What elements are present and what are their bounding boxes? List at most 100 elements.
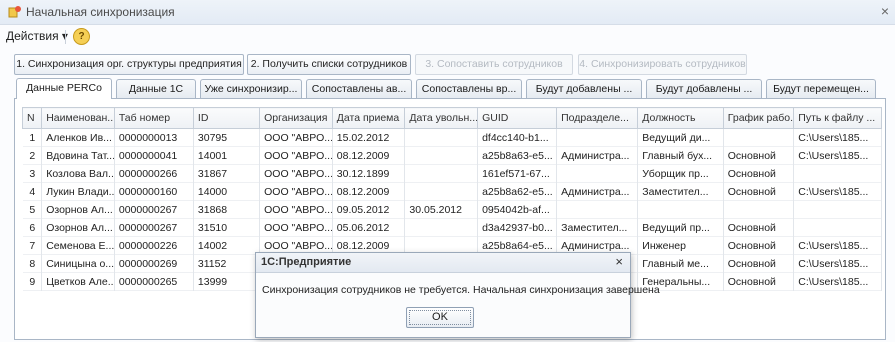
- tab-will-be-added-1[interactable]: Будут добавлены ...: [526, 79, 642, 98]
- table-cell[interactable]: Вдовина Тат...: [41, 146, 115, 165]
- table-cell[interactable]: 30.05.2012: [404, 200, 479, 219]
- actions-menu[interactable]: Действия ▾: [6, 29, 68, 43]
- table-cell[interactable]: 31510: [193, 218, 261, 237]
- table-cell[interactable]: 14000: [193, 182, 261, 201]
- table-row[interactable]: 6 Озорнов Ал... 0000000267 31510 ООО "АВРО..…: [22, 218, 882, 237]
- table-cell[interactable]: Лукин Влади...: [41, 182, 115, 201]
- table-cell[interactable]: df4cc140-b1...: [477, 128, 558, 147]
- table-cell[interactable]: ООО "АВРО...: [259, 218, 333, 237]
- table-cell[interactable]: C:\Users\185...: [793, 182, 882, 201]
- table-row[interactable]: 3 Козлова Вал... 0000000266 31867 ООО "АВРО.…: [22, 164, 882, 183]
- step-sync-org-structure-button[interactable]: 1. Синхронизация орг. структуры предприя…: [14, 54, 244, 75]
- table-cell[interactable]: 0000000267: [114, 200, 194, 219]
- table-cell[interactable]: Козлова Вал...: [41, 164, 115, 183]
- table-cell[interactable]: 5: [22, 200, 43, 219]
- tab-will-be-moved[interactable]: Будут перемещен...: [766, 79, 876, 98]
- table-cell[interactable]: 0000000266: [114, 164, 194, 183]
- table-cell[interactable]: ООО "АВРО...: [259, 164, 333, 183]
- table-cell[interactable]: ООО "АВРО...: [259, 200, 333, 219]
- window-close-icon[interactable]: ×: [881, 3, 889, 19]
- table-cell[interactable]: Ведущий ди...: [637, 128, 724, 147]
- table-cell[interactable]: Цветков Але...: [41, 272, 115, 291]
- column-header[interactable]: Подразделе...: [556, 107, 639, 129]
- table-cell[interactable]: Основной: [723, 146, 795, 165]
- table-cell[interactable]: [404, 128, 479, 147]
- table-cell[interactable]: Озорнов Ал...: [41, 218, 115, 237]
- tab-matched-auto[interactable]: Сопоставлены ав...: [306, 79, 412, 98]
- column-header[interactable]: ID: [192, 107, 261, 129]
- table-cell[interactable]: Инженер: [637, 236, 724, 255]
- tab-will-be-added-2[interactable]: Будут добавлены ...: [646, 79, 762, 98]
- table-cell[interactable]: 0000000041: [114, 146, 194, 165]
- table-cell[interactable]: 14001: [193, 146, 261, 165]
- table-cell[interactable]: Заместител...: [556, 218, 639, 237]
- table-cell[interactable]: [556, 200, 639, 219]
- table-cell[interactable]: 0000000267: [114, 218, 194, 237]
- table-row[interactable]: 5 Озорнов Ал... 0000000267 31868 ООО "АВРО..…: [22, 200, 882, 219]
- table-cell[interactable]: 31152: [193, 254, 261, 273]
- table-cell[interactable]: Основной: [723, 164, 795, 183]
- tab-perco-data[interactable]: Данные PERCo: [16, 78, 112, 99]
- table-cell[interactable]: Главный ме...: [637, 254, 724, 273]
- column-header[interactable]: Таб номер: [113, 107, 194, 129]
- table-cell[interactable]: [793, 164, 882, 183]
- step-match-employees-button[interactable]: 3. Сопоставить сотрудников: [415, 54, 573, 75]
- table-row[interactable]: 2 Вдовина Тат... 0000000041 14001 ООО "АВРО.…: [22, 146, 882, 165]
- table-cell[interactable]: 14002: [193, 236, 261, 255]
- column-header[interactable]: Организация: [259, 107, 333, 129]
- table-cell[interactable]: 0000000160: [114, 182, 194, 201]
- table-cell[interactable]: 161ef571-67...: [477, 164, 558, 183]
- table-cell[interactable]: 3: [22, 164, 43, 183]
- table-row[interactable]: 1 Аленков Ив... 0000000013 30795 ООО "АВРО..…: [22, 128, 882, 147]
- tab-matched-manual[interactable]: Сопоставлены вр...: [416, 79, 522, 98]
- step-get-employee-lists-button[interactable]: 2. Получить списки сотрудников: [247, 54, 411, 75]
- table-cell[interactable]: 0954042b-af...: [477, 200, 558, 219]
- column-header[interactable]: Должность: [637, 107, 724, 129]
- table-cell[interactable]: ООО "АВРО...: [259, 182, 333, 201]
- table-cell[interactable]: 08.12.2009: [332, 146, 406, 165]
- table-cell[interactable]: C:\Users\185...: [793, 236, 882, 255]
- table-cell[interactable]: Уборщик пр...: [637, 164, 724, 183]
- table-cell[interactable]: [404, 218, 479, 237]
- table-cell[interactable]: Администра...: [556, 182, 639, 201]
- table-cell[interactable]: 8: [22, 254, 43, 273]
- table-cell[interactable]: [637, 200, 724, 219]
- table-cell[interactable]: 31867: [193, 164, 261, 183]
- table-cell[interactable]: 30.12.1899: [332, 164, 406, 183]
- column-header[interactable]: GUID: [477, 107, 558, 129]
- table-cell[interactable]: 09.05.2012: [332, 200, 406, 219]
- table-cell[interactable]: 4: [22, 182, 43, 201]
- tab-1c-data[interactable]: Данные 1С: [116, 79, 196, 98]
- table-cell[interactable]: Главный бух...: [637, 146, 724, 165]
- dialog-close-icon[interactable]: ×: [615, 254, 623, 269]
- table-cell[interactable]: 1: [22, 128, 43, 147]
- table-cell[interactable]: Основной: [723, 254, 795, 273]
- table-cell[interactable]: 30795: [193, 128, 261, 147]
- table-cell[interactable]: C:\Users\185...: [793, 254, 882, 273]
- table-cell[interactable]: Синицына о...: [41, 254, 115, 273]
- table-cell[interactable]: [723, 128, 795, 147]
- table-cell[interactable]: 6: [22, 218, 43, 237]
- column-header[interactable]: N: [21, 107, 43, 129]
- table-cell[interactable]: 2: [22, 146, 43, 165]
- table-cell[interactable]: Администра...: [556, 146, 639, 165]
- table-cell[interactable]: Заместител...: [637, 182, 724, 201]
- table-cell[interactable]: [723, 200, 795, 219]
- table-cell[interactable]: C:\Users\185...: [793, 272, 882, 291]
- column-header[interactable]: Дата приема: [331, 107, 406, 129]
- table-cell[interactable]: Основной: [723, 272, 795, 291]
- column-header[interactable]: Дата увольн...: [404, 107, 479, 129]
- table-cell[interactable]: 0000000013: [114, 128, 194, 147]
- table-cell[interactable]: 7: [22, 236, 43, 255]
- table-cell[interactable]: 0000000269: [114, 254, 194, 273]
- table-cell[interactable]: [404, 146, 479, 165]
- table-cell[interactable]: [404, 164, 479, 183]
- table-cell[interactable]: C:\Users\185...: [793, 146, 882, 165]
- table-cell[interactable]: 13999: [193, 272, 261, 291]
- table-cell[interactable]: Основной: [723, 182, 795, 201]
- table-cell[interactable]: [793, 218, 882, 237]
- help-icon[interactable]: ?: [73, 28, 90, 45]
- table-cell[interactable]: Аленков Ив...: [41, 128, 115, 147]
- table-cell[interactable]: 15.02.2012: [332, 128, 406, 147]
- tab-already-synced[interactable]: Уже синхронизир...: [200, 79, 302, 98]
